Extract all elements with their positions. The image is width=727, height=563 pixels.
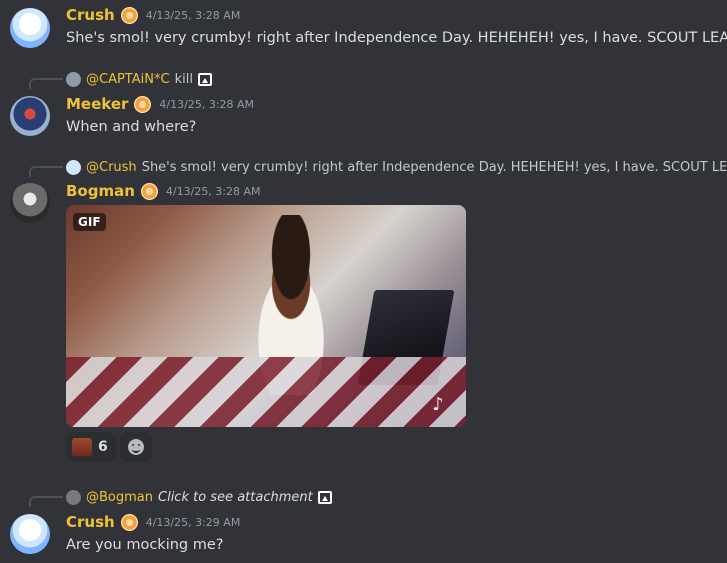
avatar[interactable]: [10, 8, 50, 48]
message-content: Are you mocking me?: [66, 537, 224, 553]
message-header: Meeker 4/13/25, 3:28 AM: [66, 95, 254, 113]
reaction-face-emoji: [72, 438, 92, 456]
avatar[interactable]: [10, 514, 50, 554]
message-header: Crush 4/13/25, 3:28 AM: [66, 6, 240, 24]
avatar[interactable]: [10, 96, 50, 136]
gif-attachment[interactable]: GIF ♪: [66, 205, 466, 427]
reaction-count: 6: [98, 439, 108, 455]
message-header: Crush 4/13/25, 3:29 AM: [66, 513, 240, 531]
reply-preview[interactable]: @Crush She's smol! very crumby! right af…: [66, 160, 727, 175]
reply-mention[interactable]: @CAPTAiN*C: [86, 72, 170, 87]
reply-avatar: [66, 160, 81, 175]
role-badge-icon: [140, 182, 158, 200]
reply-connector: [29, 496, 63, 507]
reply-text: She's smol! very crumby! right after Ind…: [141, 160, 727, 175]
reply-avatar: [66, 72, 81, 87]
username[interactable]: Crush: [66, 6, 115, 24]
role-badge-icon: [134, 95, 152, 113]
image-icon: [317, 491, 332, 504]
reply-preview[interactable]: @Bogman Click to see attachment: [66, 490, 332, 505]
message-content: She's smol! very crumby! right after Ind…: [66, 30, 727, 46]
tiktok-icon: ♪: [432, 394, 444, 415]
timestamp: 4/13/25, 3:28 AM: [145, 8, 241, 22]
message-header: Bogman 4/13/25, 3:28 AM: [66, 182, 261, 200]
role-badge-icon: [120, 6, 138, 24]
role-badge-icon: [120, 513, 138, 531]
reply-mention[interactable]: @Crush: [86, 160, 137, 175]
username[interactable]: Crush: [66, 513, 115, 531]
reply-mention[interactable]: @Bogman: [86, 490, 153, 505]
username[interactable]: Bogman: [66, 182, 135, 200]
username[interactable]: Meeker: [66, 95, 128, 113]
reply-preview[interactable]: @CAPTAiN*C kill: [66, 72, 212, 87]
gif-bed: [66, 357, 466, 427]
smile-icon: [128, 439, 144, 455]
add-reaction-button[interactable]: [120, 432, 152, 462]
reply-text: Click to see attachment: [158, 490, 313, 505]
reply-text: kill: [174, 72, 193, 87]
timestamp: 4/13/25, 3:28 AM: [159, 97, 255, 111]
reply-connector: [29, 78, 63, 89]
gif-badge: GIF: [73, 213, 106, 231]
message-content: When and where?: [66, 119, 197, 135]
timestamp: 4/13/25, 3:28 AM: [165, 184, 261, 198]
avatar[interactable]: [10, 183, 50, 223]
timestamp: 4/13/25, 3:29 AM: [145, 515, 241, 529]
reply-avatar: [66, 490, 81, 505]
reaction-button[interactable]: 6: [66, 432, 116, 462]
image-icon: [197, 73, 212, 86]
reply-connector: [29, 166, 63, 177]
